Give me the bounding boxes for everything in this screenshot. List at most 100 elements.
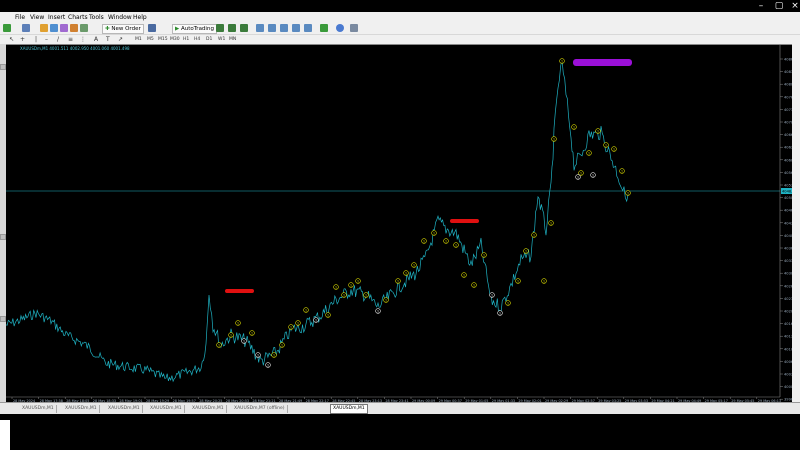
navigator-icon[interactable] (60, 24, 68, 32)
new-order-button[interactable]: ✚ New Order (102, 24, 144, 34)
auto-trading-button[interactable]: ▶ AutoTrading (172, 24, 217, 34)
wave-marker-label: 1 (507, 301, 509, 305)
label-icon[interactable]: T (106, 36, 110, 43)
menu-view[interactable]: View (30, 14, 44, 21)
wave-marker: 1 (333, 284, 339, 290)
horizontal-line-icon[interactable]: – (45, 36, 48, 43)
chart-tab[interactable]: XAUUSDm,M1 (63, 405, 100, 413)
tile-windows-icon[interactable] (280, 24, 288, 32)
wave-marker: 1 (586, 150, 592, 156)
tf-m1[interactable]: M1 (135, 36, 142, 43)
trendline-icon[interactable]: / (57, 36, 59, 43)
wave-marker-label: 1 (543, 279, 545, 283)
wave-marker: 1 (383, 297, 389, 303)
tf-h4[interactable]: H4 (194, 36, 200, 43)
autoscroll-icon[interactable] (304, 24, 312, 32)
menu-file[interactable]: File (15, 14, 25, 21)
wave-marker-label: 1 (243, 339, 245, 343)
wave-marker: 1 (453, 242, 459, 248)
candlestick-icon[interactable] (228, 24, 236, 32)
periods-icon[interactable] (336, 24, 344, 32)
minimize-button[interactable]: – (754, 1, 768, 11)
bar-chart-icon[interactable] (216, 24, 224, 32)
meta-editor-icon[interactable] (148, 24, 156, 32)
wave-marker: 1 (461, 272, 467, 278)
chart-tab[interactable]: XAUUSDm,M1 (20, 405, 57, 413)
wave-marker: 1 (619, 168, 625, 174)
wave-marker-label: 1 (385, 298, 387, 302)
cursor-icon[interactable]: ↖ (9, 36, 14, 43)
tf-m15[interactable]: M15 (158, 36, 168, 43)
wave-marker: 1 (531, 232, 537, 238)
wave-marker-label: 1 (273, 353, 275, 357)
wave-marker: 1 (241, 338, 247, 344)
wave-marker: 1 (403, 270, 409, 276)
chart-tab-active[interactable]: XAUUSDm,M1 (330, 404, 368, 414)
text-icon[interactable]: A (94, 36, 98, 43)
wave-marker: 1 (303, 307, 309, 313)
wave-marker-label: 1 (357, 279, 359, 283)
zoom-in-icon[interactable] (256, 24, 264, 32)
menu-help[interactable]: Help (133, 14, 147, 21)
wave-marker-label: 1 (588, 151, 590, 155)
arrows-icon[interactable]: ↗ (118, 36, 123, 43)
wave-marker-label: 1 (377, 309, 379, 313)
chart-tab[interactable]: XAUUSDm,M1 (148, 405, 185, 413)
wave-marker: 1 (443, 238, 449, 244)
wave-marker: 1 (559, 58, 565, 64)
menu-window[interactable]: Window (108, 14, 132, 21)
crosshair-icon[interactable]: + (20, 36, 25, 43)
signal-bar-purple (573, 59, 632, 66)
menu-charts[interactable]: Charts (68, 14, 88, 21)
chart-tab[interactable]: XAUUSDm,M7 (offline) (232, 405, 288, 413)
vertical-line-icon[interactable]: | (35, 36, 37, 43)
tf-h1[interactable]: H1 (183, 36, 189, 43)
chart-tab[interactable]: XAUUSDm,M1 (106, 405, 143, 413)
indicators-icon[interactable] (320, 24, 328, 32)
wave-marker-label: 1 (315, 318, 317, 322)
data-window-icon[interactable] (50, 24, 58, 32)
wave-marker: 1 (575, 174, 581, 180)
wave-marker: 1 (571, 124, 577, 130)
price-chart[interactable]: 1 1 1 1 1 1 1 1 1 1 1 1 1 1 1 1 1 1 1 1 1 1 1 1 1 1 1 1 1 1 1 1 1 1 1 1 1 1 1 1… (5, 45, 800, 414)
chart-window[interactable]: 1 1 1 1 1 1 1 1 1 1 1 1 1 1 1 1 1 1 1 1 1 1 1 1 1 1 1 1 1 1 1 1 1 1 1 1 1 1 1 1… (5, 44, 800, 414)
chart-shift-icon[interactable] (292, 24, 300, 32)
wave-marker-label: 1 (553, 137, 555, 141)
wave-marker-label: 1 (230, 333, 232, 337)
zoom-out-icon[interactable] (268, 24, 276, 32)
wave-marker: 1 (341, 292, 347, 298)
menu-insert[interactable]: Insert (48, 14, 65, 21)
close-button[interactable]: × (788, 1, 800, 11)
wave-marker-label: 1 (305, 308, 307, 312)
wave-marker-label: 1 (561, 59, 563, 63)
wave-marker: 1 (355, 278, 361, 284)
channel-icon[interactable]: ≡ (68, 36, 73, 43)
title-bar: – ▢ × (0, 0, 800, 12)
wave-marker: 1 (603, 142, 609, 148)
tf-d1[interactable]: D1 (206, 36, 212, 43)
wave-marker: 1 (471, 282, 477, 288)
chart-tab[interactable]: XAUUSDm,M1 (190, 405, 227, 413)
tester-icon[interactable] (80, 24, 88, 32)
market-watch-icon[interactable] (40, 24, 48, 32)
new-chart-icon[interactable] (3, 24, 11, 32)
tf-w1[interactable]: W1 (218, 36, 225, 43)
line-chart-icon[interactable] (240, 24, 248, 32)
templates-icon[interactable] (350, 24, 358, 32)
fibonacci-icon[interactable]: ⋮ (80, 36, 86, 43)
maximize-button[interactable]: ▢ (772, 1, 786, 11)
new-order-label: New Order (111, 26, 141, 32)
wave-marker: 1 (515, 278, 521, 284)
right-scrollbar[interactable] (792, 44, 800, 402)
wave-marker-label: 1 (573, 125, 575, 129)
menu-tools[interactable]: Tools (89, 14, 104, 21)
profiles-icon[interactable] (22, 24, 30, 32)
tf-m30[interactable]: M30 (170, 36, 180, 43)
wave-marker: 1 (255, 352, 261, 358)
tf-mn[interactable]: MN (229, 36, 236, 43)
tf-m5[interactable]: M5 (147, 36, 154, 43)
terminal-icon[interactable] (70, 24, 78, 32)
wave-marker-label: 1 (592, 173, 594, 177)
chart-info-label: XAUUSDm,M1 4001.511 4002.950 4001.060 40… (20, 46, 130, 51)
wave-marker-label: 1 (621, 169, 623, 173)
